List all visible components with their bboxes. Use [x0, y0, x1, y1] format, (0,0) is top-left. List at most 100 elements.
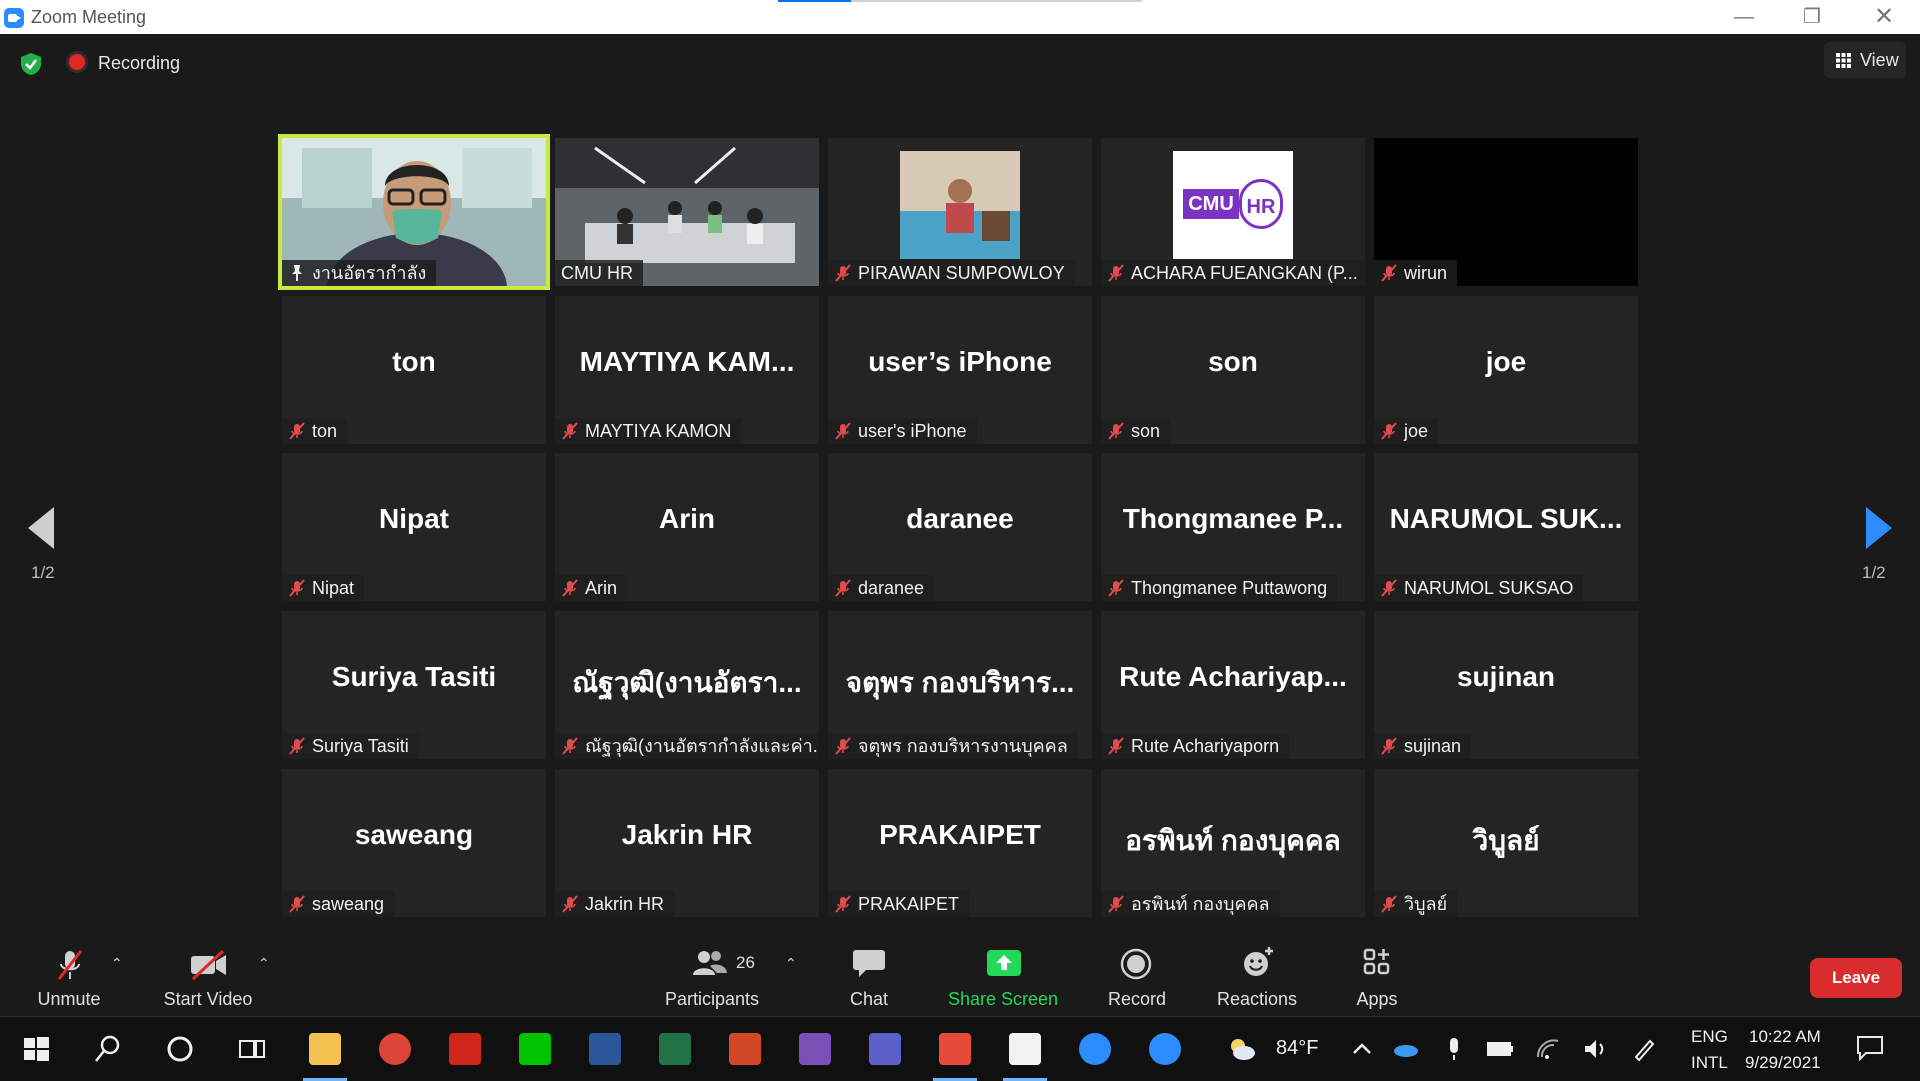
participants-button[interactable]: 26 Participants — [656, 933, 768, 1016]
word-icon[interactable] — [583, 1027, 627, 1071]
participant-display-name: joe — [1485, 346, 1527, 377]
onenote-icon[interactable] — [793, 1027, 837, 1071]
participant-tile[interactable]: sujinan sujinan — [1374, 611, 1638, 759]
clock-date[interactable]: 9/29/2021 — [1745, 1053, 1821, 1073]
battery-icon[interactable] — [1486, 1035, 1514, 1063]
file-explorer-icon[interactable] — [303, 1027, 347, 1081]
line-icon[interactable] — [513, 1027, 557, 1071]
network-icon[interactable] — [1534, 1035, 1562, 1063]
participant-tile[interactable]: Nipat Nipat — [282, 453, 546, 601]
next-page-arrow-icon[interactable] — [1866, 507, 1892, 549]
unmute-label: Unmute — [37, 989, 101, 1009]
participant-display-name: Suriya Tasiti — [331, 661, 497, 692]
chat-button[interactable]: Chat — [830, 933, 908, 1016]
share-screen-button[interactable]: Share Screen — [940, 933, 1066, 1016]
start-icon[interactable] — [14, 1027, 58, 1071]
participant-display-name: Rute Achariyap... — [1119, 661, 1347, 692]
participant-name-label: wirun — [1374, 260, 1458, 286]
participant-name-label: NARUMOL SUKSAO — [1374, 575, 1584, 601]
excel-icon[interactable] — [653, 1027, 697, 1071]
participant-tile[interactable]: wirun — [1374, 138, 1638, 286]
participant-tile[interactable]: จตุพร กองบริหาร... จตุพร กองบริหารงานบุคค… — [828, 611, 1092, 759]
participant-name-label: PIRAWAN SUMPOWLOY — [828, 260, 1075, 286]
powerpoint-icon[interactable] — [723, 1027, 767, 1071]
acrobat-icon[interactable] — [443, 1027, 487, 1071]
participant-name: CMU HR — [561, 263, 633, 283]
participant-tile[interactable]: user’s iPhone user's iPhone — [828, 296, 1092, 444]
participant-display-name: MAYTIYA KAM... — [579, 346, 795, 377]
record-button[interactable]: Record — [1098, 933, 1176, 1016]
participant-tile[interactable]: Arin Arin — [555, 453, 819, 601]
leave-button[interactable]: Leave — [1810, 958, 1902, 998]
participant-name: PIRAWAN SUMPOWLOY — [858, 263, 1065, 283]
participant-tile[interactable]: ณัฐวุฒิ(งานอัตรา... ณัฐวุฒิ(งานอัตรากำลัง… — [555, 611, 819, 759]
help-icon[interactable] — [1143, 1027, 1187, 1071]
language-bottom[interactable]: INTL — [1691, 1053, 1728, 1073]
task-view-icon[interactable] — [230, 1027, 274, 1071]
minimize-button[interactable]: — — [1714, 0, 1774, 34]
weather-temperature[interactable]: 84°F — [1276, 1037, 1318, 1060]
pen-icon[interactable] — [1630, 1035, 1658, 1063]
participant-name-label: ACHARA FUEANGKAN (P... — [1101, 260, 1365, 286]
participant-tile[interactable]: daranee daranee — [828, 453, 1092, 601]
participant-tile[interactable]: PRAKAIPET PRAKAIPET — [828, 769, 1092, 917]
volume-icon[interactable] — [1582, 1035, 1610, 1063]
participant-tile[interactable]: NARUMOL SUK... NARUMOL SUKSAO — [1374, 453, 1638, 601]
participant-tile[interactable]: Suriya Tasiti Suriya Tasiti — [282, 611, 546, 759]
clock-time[interactable]: 10:22 AM — [1749, 1027, 1821, 1047]
security-shield-icon[interactable] — [18, 51, 44, 77]
muted-mic-icon — [835, 737, 851, 755]
apps-button[interactable]: Apps — [1338, 933, 1416, 1016]
muted-mic-icon — [289, 422, 305, 440]
restore-button[interactable]: ❐ — [1782, 0, 1842, 34]
participant-display-name: ton — [392, 346, 436, 377]
language-top[interactable]: ENG — [1691, 1027, 1728, 1047]
notepad-icon[interactable] — [1003, 1027, 1047, 1081]
weather-cloud-icon[interactable] — [1228, 1035, 1256, 1063]
chrome-icon[interactable] — [373, 1027, 417, 1071]
tray-overflow-chevron-icon[interactable] — [1348, 1035, 1376, 1063]
microphone-icon[interactable] — [1440, 1035, 1468, 1063]
participant-tile[interactable]: ton ton — [282, 296, 546, 444]
participant-display-name: PRAKAIPET — [879, 819, 1041, 850]
participant-display-name: user’s iPhone — [868, 346, 1052, 377]
reactions-button[interactable]: Reactions — [1208, 933, 1306, 1016]
participant-tile[interactable]: CMU HR — [555, 138, 819, 286]
participant-tile[interactable]: วิบูลย์ วิบูลย์ — [1374, 769, 1638, 917]
apps-icon — [1363, 948, 1390, 975]
search-icon[interactable] — [86, 1027, 130, 1071]
action-center-icon[interactable] — [1856, 1035, 1884, 1061]
view-button[interactable]: View — [1824, 42, 1906, 78]
close-button[interactable]: ✕ — [1854, 0, 1914, 34]
participant-tile[interactable]: saweang saweang — [282, 769, 546, 917]
zoom-icon[interactable] — [933, 1027, 977, 1081]
participant-name: sujinan — [1404, 736, 1462, 756]
participant-tile[interactable]: อรพินท์ กองบุคคล อรพินท์ กองบุคคล — [1101, 769, 1365, 917]
participant-tile[interactable]: son son — [1101, 296, 1365, 444]
edge-icon[interactable] — [1073, 1027, 1117, 1071]
participant-tile[interactable]: MAYTIYA KAM... MAYTIYA KAMON — [555, 296, 819, 444]
participant-name-label: Nipat — [282, 575, 365, 601]
start-video-button[interactable]: Start Video — [156, 933, 260, 1016]
cortana-icon[interactable] — [158, 1027, 202, 1071]
participants-options-caret-icon[interactable]: ⌃ — [785, 955, 797, 972]
participant-display-name: จตุพร กองบริหาร... — [845, 667, 1075, 698]
participant-tile[interactable]: Thongmanee P... Thongmanee Puttawong — [1101, 453, 1365, 601]
participant-tile[interactable]: joe joe — [1374, 296, 1638, 444]
participant-name-label: Suriya Tasiti — [282, 733, 419, 759]
participant-tile[interactable]: Jakrin HR Jakrin HR — [555, 769, 819, 917]
participant-tile[interactable]: CMU HR ACHARA FUEANGKAN (P... — [1101, 138, 1365, 286]
participant-tile-active-speaker[interactable]: งานอัตรากำลัง — [278, 134, 550, 290]
participant-tile[interactable]: PIRAWAN SUMPOWLOY — [828, 138, 1092, 286]
unmute-button[interactable]: Unmute — [20, 933, 118, 1016]
video-options-caret-icon[interactable]: ⌃ — [258, 955, 270, 972]
participant-name: saweang — [312, 894, 385, 914]
participant-tile[interactable]: Rute Achariyap... Rute Achariyaporn — [1101, 611, 1365, 759]
previous-page-arrow-icon[interactable] — [28, 507, 54, 549]
logo-text-right: HR — [1239, 179, 1283, 229]
onedrive-icon[interactable] — [1392, 1035, 1420, 1063]
teams-icon[interactable] — [863, 1027, 907, 1071]
participant-name-label: Rute Achariyaporn — [1101, 733, 1290, 759]
audio-options-caret-icon[interactable]: ⌃ — [111, 955, 123, 972]
recording-label[interactable]: Recording — [98, 53, 180, 74]
